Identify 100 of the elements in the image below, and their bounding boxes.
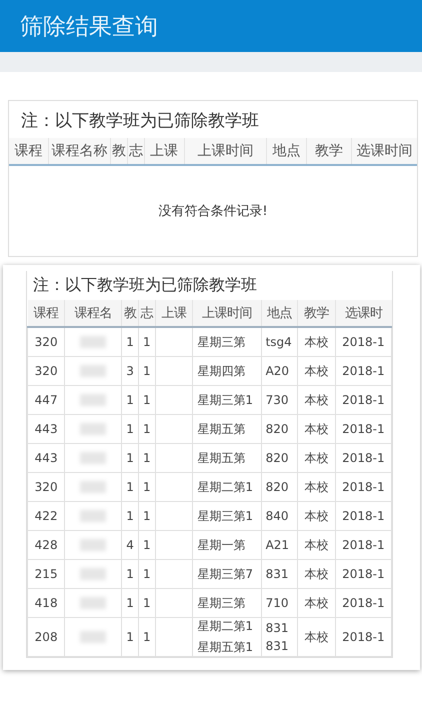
table-cell: 1 <box>142 538 151 552</box>
table-cell: 星期三第1 <box>197 508 253 524</box>
table-cell: 1 <box>142 364 151 378</box>
blurred-patch <box>80 452 106 464</box>
table-cell: 星期三第 <box>197 594 246 612</box>
table-cell: 1 <box>142 480 151 494</box>
table-cell: 422 <box>34 509 58 523</box>
table-cell: 840 <box>266 509 288 523</box>
table-cell: 星期五第 <box>197 420 246 438</box>
table-cell: 本校 <box>304 392 328 406</box>
table-cell: 1 <box>142 596 151 610</box>
table-cell: 1 <box>126 596 134 610</box>
table-cell: 本校 <box>304 538 328 552</box>
blurred-patch <box>80 423 106 435</box>
table-cell: 1 <box>142 509 151 523</box>
blurred-patch <box>80 394 106 406</box>
table-cell: 2018-1 <box>342 422 385 436</box>
table-cell: 730 <box>266 393 288 407</box>
table-cell: 320 <box>34 480 58 494</box>
column-header: 上课时间 <box>184 138 266 165</box>
table-cell: 820 <box>266 451 288 465</box>
column-header: 教学 <box>298 300 336 327</box>
table-cell: 1 <box>126 335 134 349</box>
table-cell: 1 <box>126 393 134 407</box>
blurred-patch <box>80 481 106 493</box>
table-cell: 208 <box>34 630 58 644</box>
blurred-patch <box>80 510 106 522</box>
table-cell: 215 <box>34 567 58 581</box>
table-cell: 428 <box>34 538 58 552</box>
table-cell: 2018-1 <box>342 538 385 552</box>
note-text: 注：以下教学班为已筛除教学班 <box>20 110 260 133</box>
note-text: 注：以下教学班为已筛除教学班 <box>32 274 258 296</box>
table-cell: 2018-1 <box>342 509 385 523</box>
table-cell: 1 <box>126 422 134 436</box>
blurred-patch <box>80 568 106 580</box>
column-header: 选课时间 <box>351 138 417 165</box>
blurred-patch <box>80 336 106 348</box>
table-cell: 星期四第 <box>197 362 246 380</box>
table-cell: 本校 <box>304 422 328 436</box>
table-cell: 443 <box>34 451 58 465</box>
table-cell: 1 <box>142 451 151 465</box>
table-cell: 1 <box>126 567 134 581</box>
table-cell: 1 <box>142 335 151 349</box>
table-cell: 1 <box>142 630 151 644</box>
column-header: 课程名称 <box>48 138 111 165</box>
table-cell: 1 <box>126 451 134 465</box>
table-cell: 4 <box>126 538 134 552</box>
table-cell: 1 <box>126 509 134 523</box>
table-cell: 2018-1 <box>342 480 385 494</box>
table-cell: A20 <box>266 364 290 378</box>
table-cell: 星期五第 <box>197 450 246 466</box>
table-cell: 星期三第 <box>197 334 246 350</box>
table-cell: 本校 <box>304 480 328 494</box>
table-cell: 星期五第1 <box>197 639 253 656</box>
table-cell: 443 <box>34 422 58 436</box>
column-header: 课程名 <box>64 300 122 327</box>
column-header: 上课时间 <box>192 300 262 327</box>
table-cell: tsg4 <box>266 335 292 349</box>
table-cell: 本校 <box>304 450 328 464</box>
table-cell: 710 <box>266 596 288 610</box>
table-cell: 1 <box>142 422 151 436</box>
table-cell: 831 <box>266 567 288 581</box>
column-header: 教 <box>110 138 128 165</box>
table-cell: 1 <box>126 480 134 494</box>
table-cell: 本校 <box>304 596 328 610</box>
table-cell: 星期二第1 <box>197 478 253 496</box>
column-header: 志 <box>128 138 144 165</box>
table-cell: 星期一第 <box>197 536 246 554</box>
blurred-patch <box>80 365 106 377</box>
column-header: 志 <box>138 300 156 327</box>
page-title: 筛除结果查询 <box>20 12 158 42</box>
table-cell: 831 <box>266 621 288 635</box>
column-header: 地点 <box>261 300 298 327</box>
column-header: 课程 <box>9 138 48 165</box>
table-cell: 星期三第1 <box>197 392 253 408</box>
table-cell: 1 <box>142 393 151 407</box>
table-cell: 本校 <box>304 334 328 348</box>
table-cell: 本校 <box>304 630 328 644</box>
table-cell: 2018-1 <box>342 364 385 378</box>
table-cell: 星期三第7 <box>197 566 253 582</box>
column-header: 教学 <box>306 138 352 165</box>
table-cell: 3 <box>126 364 134 378</box>
column-header: 上课 <box>155 300 193 327</box>
empty-message: 没有符合条件记录! <box>158 203 268 220</box>
column-header: 选课时 <box>335 300 392 327</box>
table-cell: 本校 <box>304 566 328 580</box>
column-header: 课程 <box>28 300 65 327</box>
table-cell: A21 <box>266 538 290 552</box>
column-header: 上课 <box>144 138 184 165</box>
table-cell: 320 <box>34 364 58 378</box>
table-cell: 2018-1 <box>342 567 385 581</box>
table-cell: 2018-1 <box>342 630 385 644</box>
table-cell: 447 <box>34 393 58 407</box>
table-cell: 本校 <box>304 508 328 522</box>
table-cell: 820 <box>266 480 288 494</box>
table-cell: 831 <box>266 639 288 653</box>
column-header: 地点 <box>266 138 306 165</box>
table-cell: 1 <box>126 630 134 644</box>
table-cell: 星期二第1 <box>197 618 253 635</box>
table-cell: 本校 <box>304 364 328 378</box>
